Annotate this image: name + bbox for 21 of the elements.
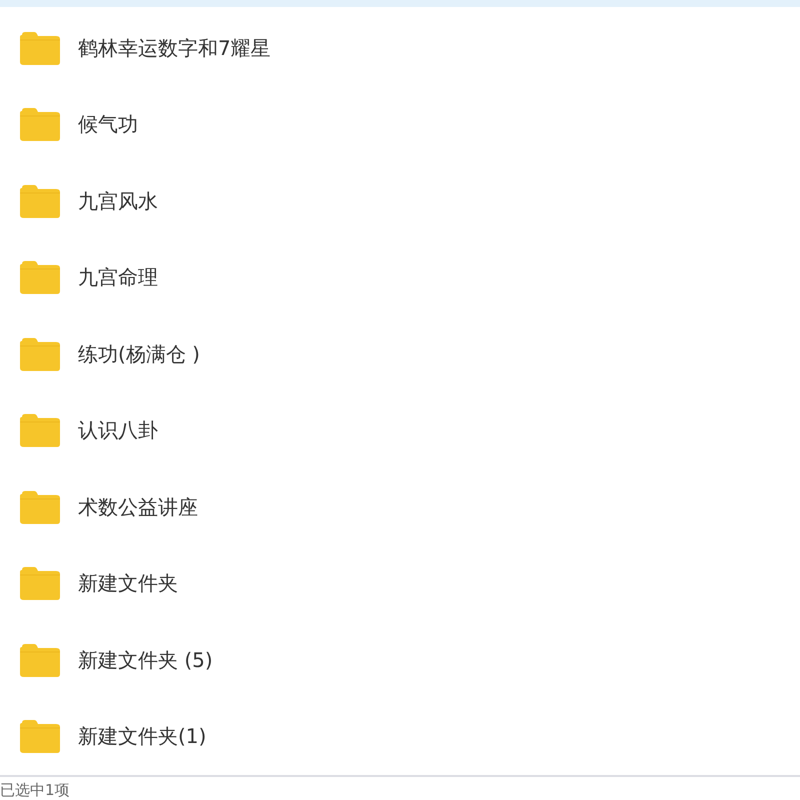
folder-name[interactable]: 九宫风水 <box>78 188 158 215</box>
folder-name[interactable]: 鹤林幸运数字和7耀星 <box>78 34 271 62</box>
folder-icon <box>20 32 60 65</box>
folder-name[interactable]: 新建文件夹 <box>78 570 178 598</box>
folder-name[interactable]: 练功(杨满仓 ) <box>78 340 200 368</box>
folder-name[interactable]: 认识八卦 <box>78 417 158 444</box>
folder-name[interactable]: 九宫命理 <box>78 264 158 292</box>
folder-name[interactable]: 新建文件夹 (5) <box>78 646 213 674</box>
folder-icon <box>20 261 60 294</box>
folder-icon <box>20 720 60 754</box>
folder-icon <box>20 567 60 600</box>
folder-icon <box>20 414 60 448</box>
folder-icon <box>20 490 60 524</box>
folder-icon <box>20 184 60 218</box>
folder-name[interactable]: 术数公益讲座 <box>78 494 198 521</box>
status-text: 已选中1项 <box>0 781 70 800</box>
folder-name[interactable]: 候气功 <box>78 111 138 138</box>
folder-icon <box>20 338 60 371</box>
folder-icon <box>20 108 60 142</box>
folder-name[interactable]: 新建文件夹(1) <box>78 723 206 750</box>
folder-icon <box>20 644 60 677</box>
